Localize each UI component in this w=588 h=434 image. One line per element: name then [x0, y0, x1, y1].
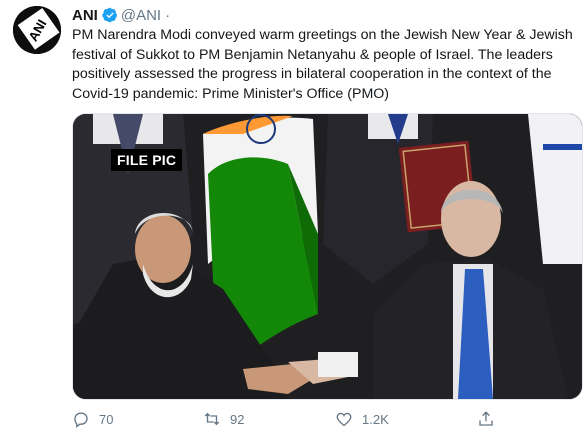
reply-icon	[74, 412, 88, 428]
retweet-button[interactable]: 92	[203, 410, 244, 428]
avatar[interactable]: ANI	[13, 6, 61, 54]
ani-logo: ANI	[13, 6, 61, 54]
like-button[interactable]: 1.2K	[335, 410, 389, 428]
author-handle[interactable]: @ANI	[121, 7, 161, 24]
tweet-header: ANI @ANI ·	[72, 7, 170, 25]
tweet: ANI ANI @ANI · PM Narendra Modi conveyed w…	[0, 0, 588, 434]
like-icon	[336, 412, 352, 427]
reply-count: 70	[99, 411, 114, 427]
retweet-icon	[204, 412, 220, 426]
file-pic-caption: FILE PIC	[111, 149, 183, 171]
tweet-actions: 70 92 1.2K	[72, 410, 581, 430]
separator-dot: ·	[165, 7, 171, 24]
author-name[interactable]: ANI	[72, 7, 98, 24]
reply-button[interactable]: 70	[72, 410, 113, 428]
share-button[interactable]	[477, 410, 504, 428]
tweet-text: PM Narendra Modi conveyed warm greetings…	[72, 27, 573, 102]
verified-icon	[102, 7, 118, 23]
share-icon	[479, 411, 493, 426]
retweet-count: 92	[230, 411, 245, 427]
tweet-media[interactable]: FILE PIC	[72, 113, 583, 400]
like-count: 1.2K	[362, 411, 389, 427]
